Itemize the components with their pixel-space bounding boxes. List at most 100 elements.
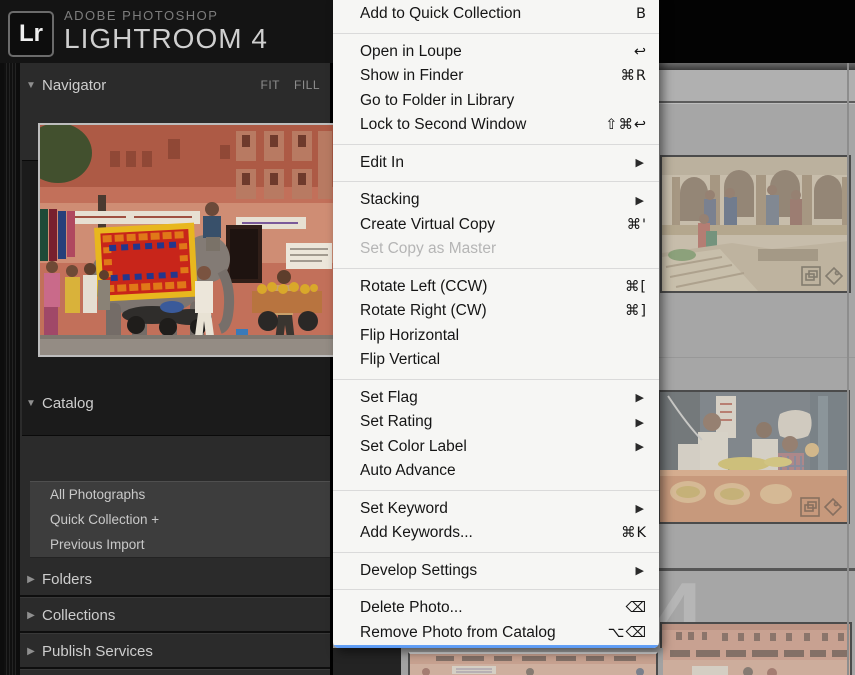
grid-thumbnail-street[interactable]: [408, 652, 658, 675]
panel-header-publish-services[interactable]: ▶Publish Services: [20, 638, 330, 664]
menu-item-label: Open in Loupe: [360, 43, 634, 61]
menu-item-label: Set Keyword: [360, 500, 636, 518]
menu-item-label: Set Color Label: [360, 438, 636, 456]
menu-item-shortcut: ⌥⌫: [608, 625, 647, 641]
thumbnail-photo-pink-facade: [662, 624, 850, 675]
menu-item-add-to-quick-collection[interactable]: Add to Quick CollectionB: [333, 2, 659, 27]
menu-item-shortcut: B: [636, 6, 647, 22]
keyword-tag-icon: [826, 268, 842, 284]
menu-item-label: Develop Settings: [360, 562, 636, 580]
menu-item-lock-to-second-window[interactable]: Lock to Second Window⇧⌘↩: [333, 113, 659, 138]
grid-thumbnail-arches[interactable]: [660, 155, 851, 293]
brand-lightroom-4: LIGHTROOM 4: [64, 25, 268, 53]
grid-bottom-cell: [401, 648, 663, 675]
menu-item-edit-in[interactable]: Edit In▶: [333, 151, 659, 176]
catalog-item-previous-import[interactable]: Previous Import: [30, 532, 330, 557]
menu-item-shortcut: ⇧⌘↩: [605, 117, 647, 133]
lightroom-window: 4: [0, 0, 855, 675]
menu-item-label: Flip Vertical: [360, 351, 647, 369]
panel-divider: [20, 595, 330, 598]
catalog-item-all-photographs[interactable]: All Photographs: [30, 482, 330, 507]
menu-item-set-flag[interactable]: Set Flag▶: [333, 386, 659, 411]
menu-separator: [333, 181, 659, 182]
menu-item-label: Add to Quick Collection: [360, 5, 636, 23]
menu-item-remove-photo-from-catalog[interactable]: Remove Photo from Catalog⌥⌫: [333, 621, 659, 646]
menu-item-auto-advance[interactable]: Auto Advance: [333, 459, 659, 484]
disclosure-down-icon: ▼: [20, 398, 42, 409]
panel-scroll-ridge[interactable]: [0, 63, 20, 675]
menu-item-shortcut: ⌘]: [625, 303, 647, 319]
disclosure-right-icon: ▶: [20, 574, 42, 585]
navigator-panel-header[interactable]: ▼ Navigator FIT FILL: [20, 72, 330, 98]
menu-item-develop-settings[interactable]: Develop Settings▶: [333, 559, 659, 584]
thumbnail-badges: [800, 496, 844, 518]
grid-bottom-dark-gap: [333, 648, 401, 675]
view-mode-fill[interactable]: FILL: [294, 78, 320, 92]
menu-item-set-color-label[interactable]: Set Color Label▶: [333, 435, 659, 460]
navigator-title: Navigator: [42, 77, 106, 94]
menu-item-flip-vertical[interactable]: Flip Vertical: [333, 348, 659, 373]
menu-item-delete-rejected-photos[interactable]: Delete Rejected Photos...⌘⌫: [333, 645, 659, 648]
menu-item-label: Edit In: [360, 154, 636, 172]
menu-item-flip-horizontal[interactable]: Flip Horizontal: [333, 324, 659, 349]
menu-item-label: Remove Photo from Catalog: [360, 624, 608, 642]
panel-title: Collections: [42, 607, 115, 624]
menu-item-open-in-loupe[interactable]: Open in Loupe↩: [333, 40, 659, 65]
menu-separator: [333, 379, 659, 380]
submenu-arrow-icon: ▶: [636, 440, 647, 453]
panel-header-collections[interactable]: ▶Collections: [20, 602, 330, 628]
submenu-arrow-icon: ▶: [636, 416, 647, 429]
panel-divider: [20, 667, 330, 670]
left-panel: ▼ Navigator FIT FILL: [0, 63, 333, 675]
catalog-panel-header[interactable]: ▼ Catalog: [20, 390, 330, 416]
menu-item-label: Rotate Left (CCW): [360, 278, 625, 296]
menu-item-label: Stacking: [360, 191, 636, 209]
thumbnail-photo-street: [410, 654, 656, 675]
app-header: Lr ADOBE PHOTOSHOP LIGHTROOM 4: [0, 0, 333, 63]
menu-item-show-in-finder[interactable]: Show in Finder⌘R: [333, 64, 659, 89]
panel-header-folders[interactable]: ▶Folders: [20, 566, 330, 592]
grid-thumbnail-pink-facade[interactable]: [660, 622, 852, 675]
menu-item-set-rating[interactable]: Set Rating▶: [333, 410, 659, 435]
menu-item-label: Go to Folder in Library: [360, 92, 647, 110]
lightroom-logo: Lr: [8, 11, 54, 57]
panel-title: Folders: [42, 571, 92, 588]
menu-item-set-copy-as-master: Set Copy as Master: [333, 237, 659, 262]
menu-separator: [333, 144, 659, 145]
menu-item-label: Lock to Second Window: [360, 116, 605, 134]
grid-thumbnail-foodstall[interactable]: [658, 390, 850, 524]
menu-item-set-keyword[interactable]: Set Keyword▶: [333, 497, 659, 522]
menu-item-label: Auto Advance: [360, 462, 647, 480]
menu-item-rotate-left-ccw[interactable]: Rotate Left (CCW)⌘[: [333, 275, 659, 300]
navigator-preview-photo[interactable]: [38, 123, 335, 357]
submenu-arrow-icon: ▶: [636, 502, 647, 515]
menu-item-label: Show in Finder: [360, 67, 620, 85]
disclosure-down-icon: ▼: [20, 80, 42, 91]
keyword-tag-icon: [825, 499, 841, 515]
menu-item-stacking[interactable]: Stacking▶: [333, 188, 659, 213]
menu-item-go-to-folder-in-library[interactable]: Go to Folder in Library: [333, 89, 659, 114]
menu-item-create-virtual-copy[interactable]: Create Virtual Copy⌘': [333, 213, 659, 238]
panel-divider: [20, 631, 330, 634]
thumbnail-badges: [801, 265, 845, 287]
menu-item-label: Add Keywords...: [360, 524, 621, 542]
menu-item-shortcut: ⌘': [627, 217, 648, 233]
menu-item-label: Rotate Right (CW): [360, 302, 625, 320]
menu-item-rotate-right-cw[interactable]: Rotate Right (CW)⌘]: [333, 299, 659, 324]
view-mode-fit[interactable]: FIT: [260, 78, 280, 92]
catalog-item-quick-collection[interactable]: Quick Collection +: [30, 507, 330, 532]
menu-item-shortcut: ⌘[: [625, 279, 647, 295]
menu-item-label: Delete Photo...: [360, 599, 625, 617]
catalog-title: Catalog: [42, 395, 94, 412]
menu-item-shortcut: ↩: [634, 44, 647, 60]
menu-item-label: Set Flag: [360, 389, 636, 407]
menu-item-delete-photo[interactable]: Delete Photo...⌫: [333, 596, 659, 621]
menu-separator: [333, 552, 659, 553]
menu-separator: [333, 33, 659, 34]
submenu-arrow-icon: ▶: [636, 156, 647, 169]
grid-scrollbar-edge[interactable]: [847, 63, 849, 675]
menu-item-label: Create Virtual Copy: [360, 216, 627, 234]
submenu-arrow-icon: ▶: [636, 194, 647, 207]
menu-item-add-keywords[interactable]: Add Keywords...⌘K: [333, 521, 659, 546]
brand-adobe-photoshop: ADOBE PHOTOSHOP: [64, 9, 268, 22]
